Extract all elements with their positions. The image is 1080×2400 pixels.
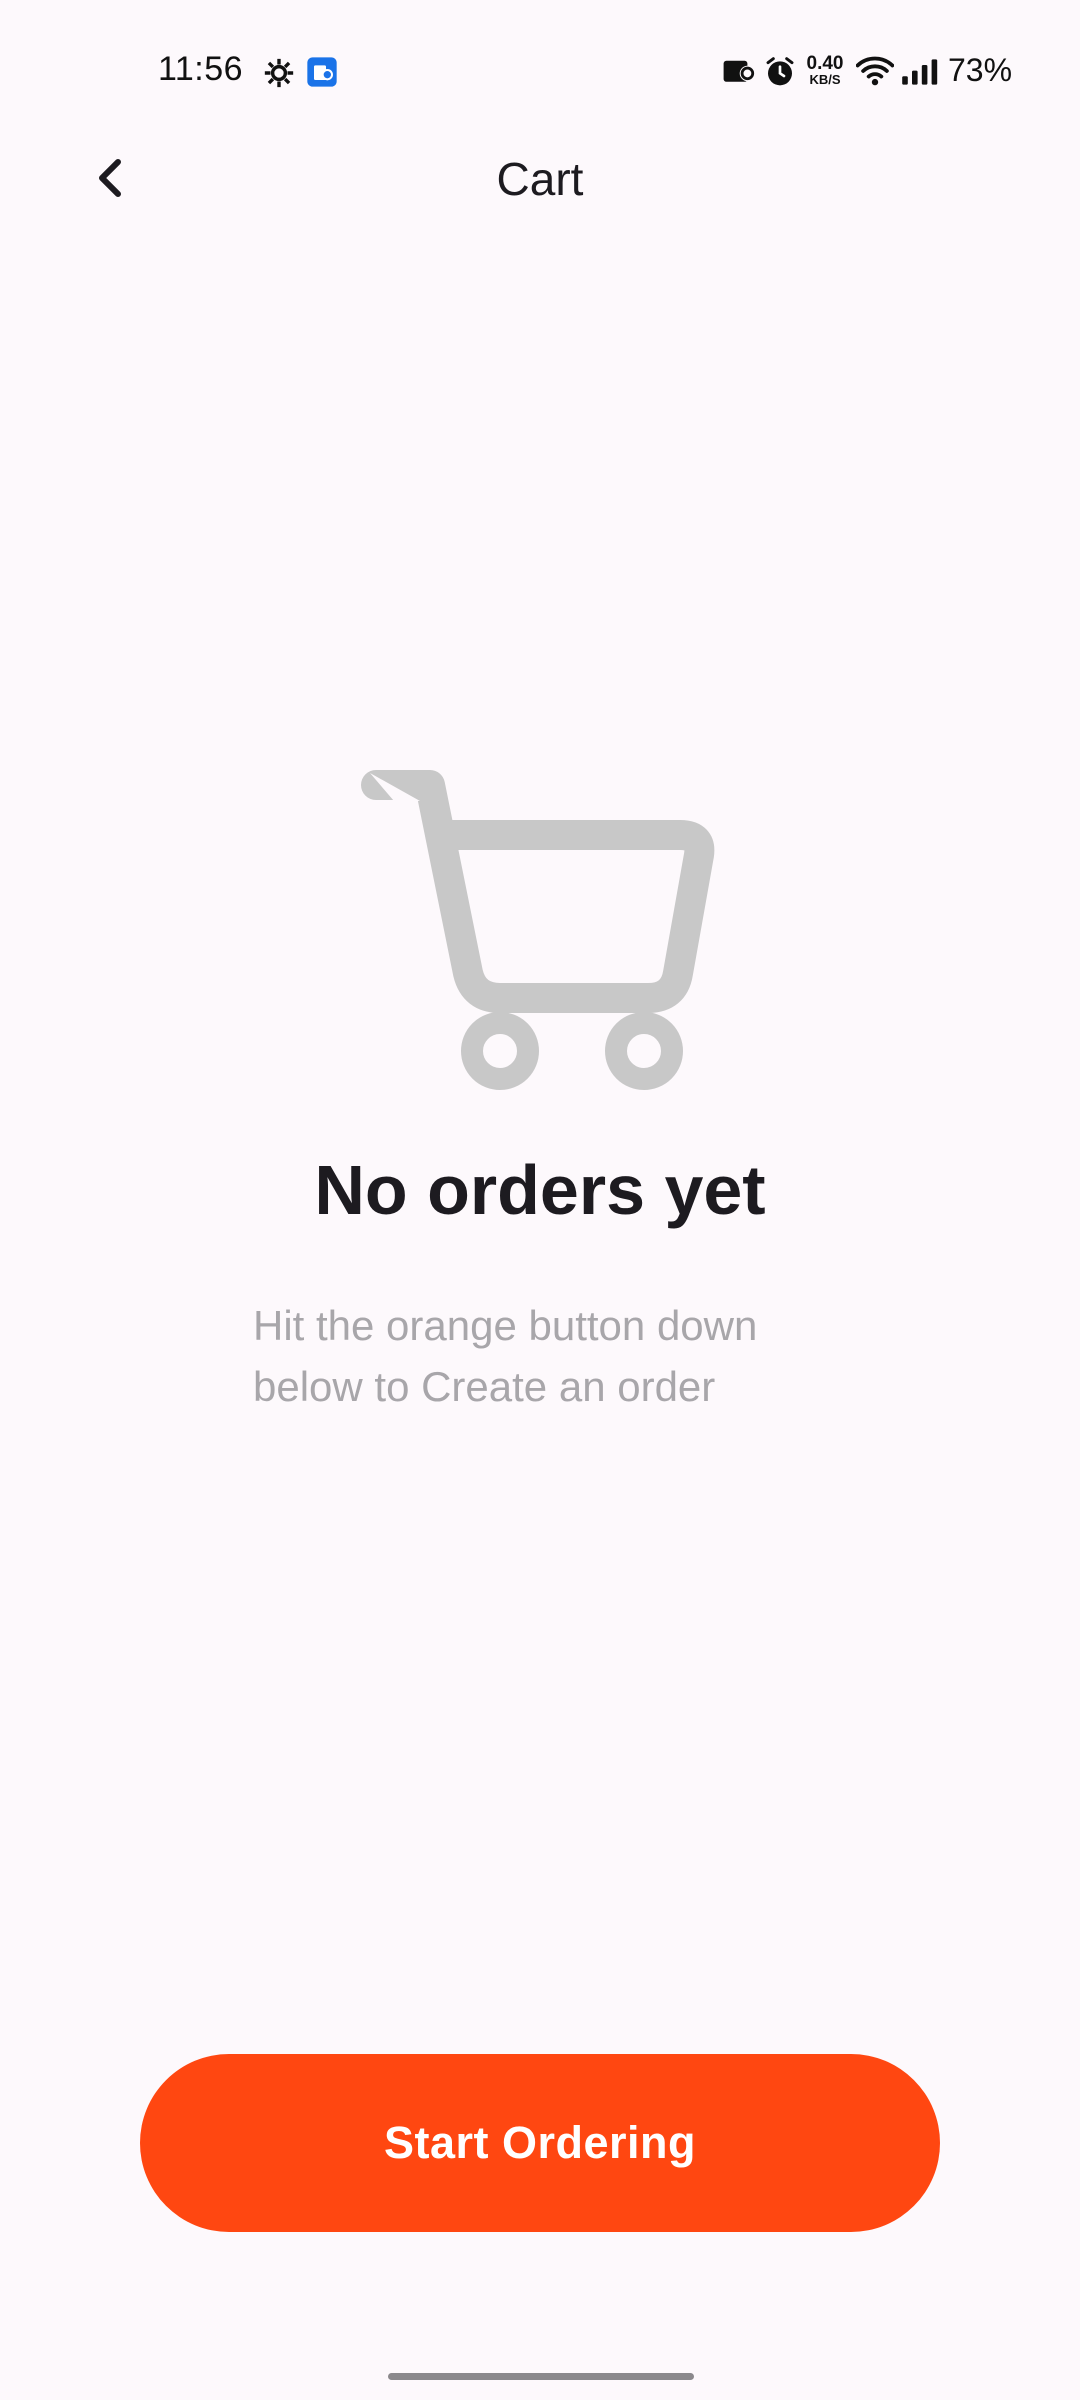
status-bar: 11:56 0.40 KB/S 73% — [0, 0, 1080, 130]
cellular-signal-icon — [900, 58, 938, 91]
settings-gear-icon — [262, 56, 296, 95]
network-speed-unit: KB/S — [809, 72, 841, 87]
nfc-card-icon — [722, 58, 756, 91]
battery-percentage: 73% — [948, 52, 1013, 88]
wifi-icon — [855, 55, 895, 92]
app-notification-icon — [306, 56, 338, 93]
empty-state-subtitle: Hit the orange button down below to Crea… — [253, 1302, 758, 1410]
cart-screen: 11:56 0.40 KB/S 73% Cart No orders yet H… — [0, 0, 1080, 2400]
network-speed: 0.40 KB/S — [803, 54, 847, 86]
network-speed-value: 0.40 — [806, 53, 844, 74]
home-indicator[interactable] — [388, 2373, 694, 2380]
app-bar: Cart — [0, 130, 1080, 230]
empty-state-title: No orders yet — [314, 1151, 766, 1229]
alarm-icon — [764, 56, 796, 93]
start-ordering-button[interactable]: Start Ordering — [140, 2054, 940, 2232]
status-time: 11:56 — [158, 50, 244, 88]
page-title: Cart — [496, 153, 584, 205]
shopping-cart-icon — [360, 755, 720, 1095]
